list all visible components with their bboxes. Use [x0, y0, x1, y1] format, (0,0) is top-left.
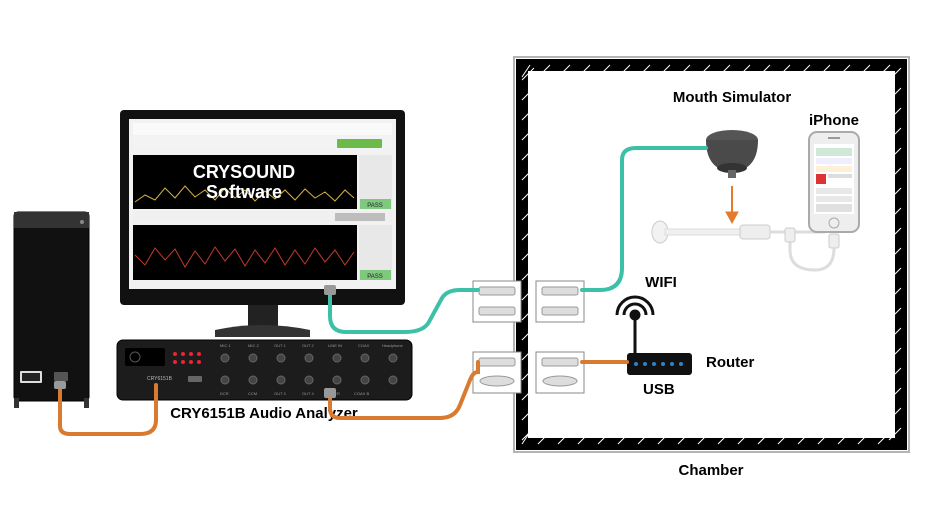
iphone-cable	[785, 228, 839, 270]
svg-text:OUT 2: OUT 2	[302, 343, 314, 348]
svg-text:OUT 4: OUT 4	[302, 391, 314, 396]
router-label: Router	[706, 354, 754, 371]
analyzer-model-text: CRY6151B	[147, 376, 173, 382]
svg-text:Headphone: Headphone	[382, 343, 403, 348]
svg-text:PASS: PASS	[367, 274, 383, 280]
pc-tower	[14, 212, 89, 408]
monitor: CRYSOUND Software PASS PASS	[120, 110, 405, 337]
earbud-icon	[652, 221, 825, 243]
svg-text:COAX B: COAX B	[354, 391, 369, 396]
arrow-down-icon	[726, 186, 738, 223]
svg-text:CCM: CCM	[248, 391, 257, 396]
svg-text:DCR: DCR	[220, 391, 229, 396]
mouth-simulator	[706, 130, 758, 178]
svg-text:PASS: PASS	[367, 203, 383, 209]
cable-teal-2	[582, 148, 706, 290]
svg-text:OUT 3: OUT 3	[274, 391, 286, 396]
run-button-icon	[337, 139, 382, 148]
svg-text:MIC 1: MIC 1	[220, 343, 231, 348]
svg-text:COAX: COAX	[358, 343, 370, 348]
iphone	[809, 132, 859, 232]
passthrough-connectors	[473, 281, 584, 393]
svg-text:MIC 2: MIC 2	[248, 343, 259, 348]
svg-text:LINE IN: LINE IN	[328, 343, 342, 348]
diagram-canvas: CRYSOUND Software PASS PASS CRY6151B	[0, 0, 928, 523]
software-title-line2: Software	[206, 182, 282, 202]
mouth-simulator-label: Mouth Simulator	[673, 89, 791, 106]
wifi-label: WIFI	[645, 274, 677, 291]
audio-analyzer: CRY6151B MIC 1 MIC 2 OUT 1 OUT 2 LINE IN CO…	[117, 340, 412, 400]
wifi-icon	[617, 297, 653, 319]
usb-label: USB	[643, 381, 675, 398]
svg-text:OUT 1: OUT 1	[274, 343, 286, 348]
iphone-label: iPhone	[809, 112, 859, 129]
software-title-line1: CRYSOUND	[193, 162, 295, 182]
chamber-label: Chamber	[678, 462, 743, 479]
